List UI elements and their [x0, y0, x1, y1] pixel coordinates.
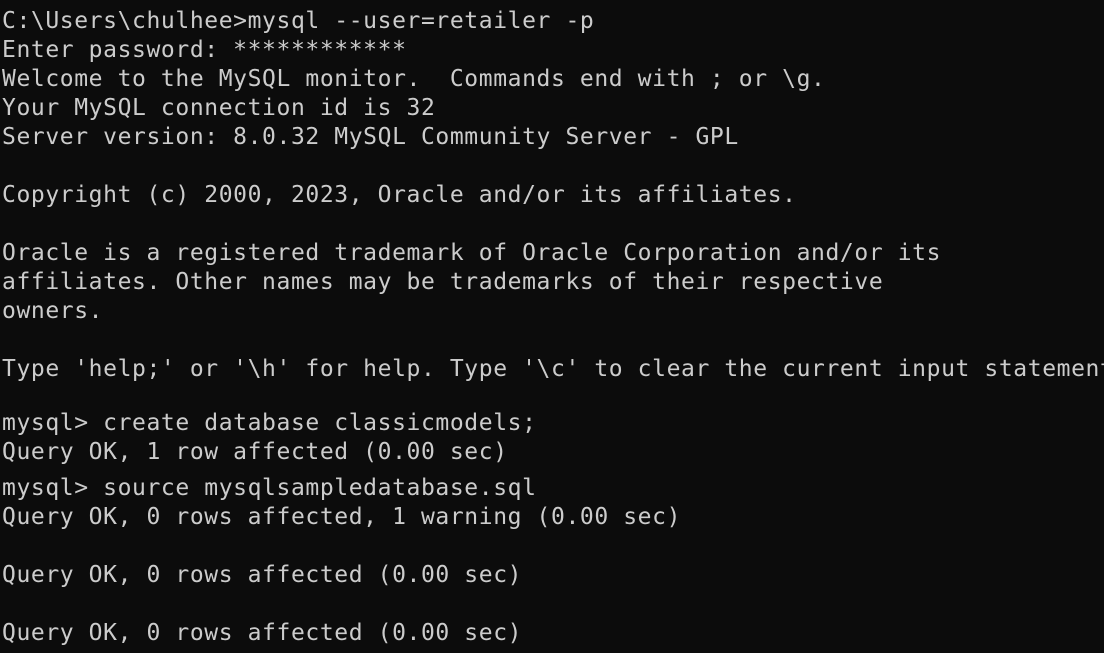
welcome-line: Welcome to the MySQL monitor. Commands e… [2, 66, 826, 92]
copyright-line: Copyright (c) 2000, 2023, Oracle and/or … [2, 182, 797, 208]
connection-id-line: Your MySQL connection id is 32 [2, 95, 436, 121]
mysql-command-line: mysql> source mysqlsampledatabase.sql [2, 475, 537, 501]
terminal-window[interactable]: C:\Users\chulhee>mysql --user=retailer -… [0, 0, 1104, 653]
password-line: Enter password: ************ [2, 37, 407, 63]
trademark-line-1: Oracle is a registered trademark of Orac… [2, 240, 942, 266]
trademark-line-3: owners. [2, 298, 104, 324]
query-result-line: Query OK, 1 row affected (0.00 sec) [2, 439, 508, 465]
query-result-line: Query OK, 0 rows affected (0.00 sec) [2, 562, 523, 588]
query-result-line: Query OK, 0 rows affected (0.00 sec) [2, 620, 523, 646]
mysql-command-line: mysql> create database classicmodels; [2, 410, 537, 436]
trademark-line-2: affiliates. Other names may be trademark… [2, 269, 884, 295]
query-result-line: Query OK, 0 rows affected, 1 warning (0.… [2, 504, 682, 530]
help-line: Type 'help;' or '\h' for help. Type '\c'… [2, 356, 1104, 382]
prompt-command-line: C:\Users\chulhee>mysql --user=retailer -… [2, 8, 595, 34]
server-version-line: Server version: 8.0.32 MySQL Community S… [2, 124, 739, 150]
